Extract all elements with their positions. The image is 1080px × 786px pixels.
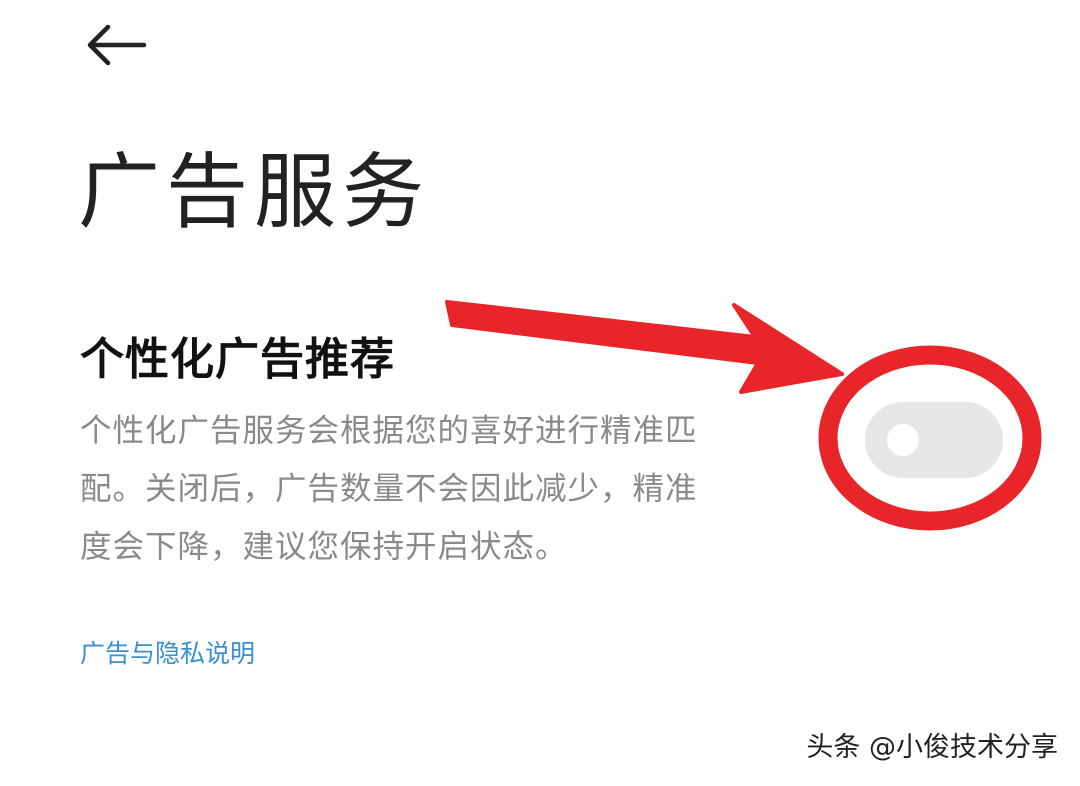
watermark: 头条 @小俊技术分享 bbox=[806, 732, 1058, 763]
personalized-ads-toggle[interactable] bbox=[865, 402, 1003, 478]
personalized-ads-setting: 个性化广告推荐 个性化广告服务会根据您的喜好进行精准匹 配。关闭后，广告数量不会… bbox=[80, 330, 1060, 565]
ad-privacy-link[interactable]: 广告与隐私说明 bbox=[80, 636, 255, 672]
setting-title: 个性化广告推荐 bbox=[80, 334, 395, 385]
page-title: 广告服务 bbox=[78, 145, 431, 240]
back-button[interactable] bbox=[78, 18, 158, 74]
arrow-left-icon bbox=[87, 24, 147, 66]
toggle-knob bbox=[887, 424, 919, 456]
setting-description: 个性化广告服务会根据您的喜好进行精准匹 配。关闭后，广告数量不会因此减少，精准 … bbox=[80, 413, 698, 565]
screen: 广告服务 个性化广告推荐 个性化广告服务会根据您的喜好进行精准匹 配。关闭后，广… bbox=[0, 0, 1080, 786]
